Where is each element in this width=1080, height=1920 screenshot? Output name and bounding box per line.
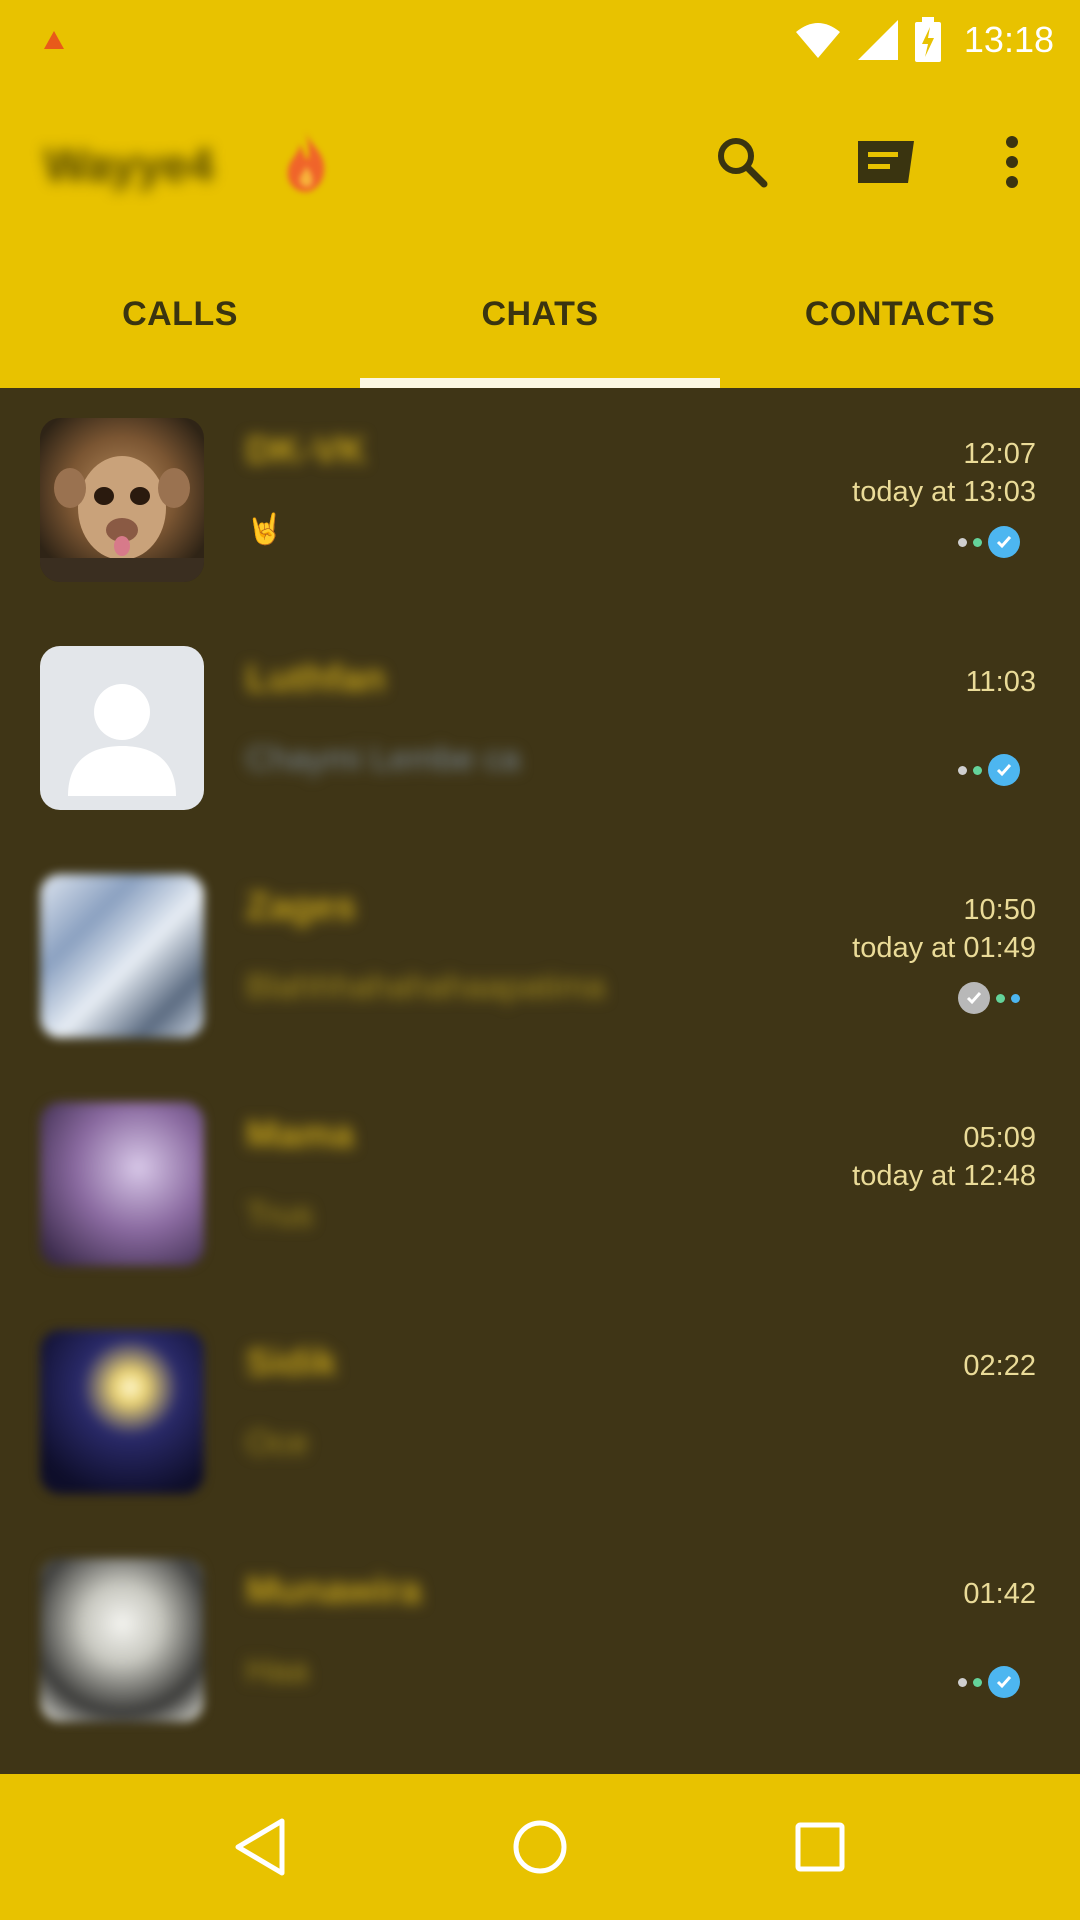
- system-nav-bar: [0, 1774, 1080, 1920]
- chat-time: 01:42: [963, 1578, 1036, 1610]
- chat-subtime: today at 01:49: [852, 932, 1036, 964]
- back-icon: [235, 1818, 285, 1876]
- home-button[interactable]: [500, 1807, 580, 1887]
- new-chat-icon: [858, 141, 914, 183]
- chat-list: DK-VK 🤘 12:07 today at 13:03 Luthfan Cha…: [0, 388, 1080, 1774]
- avatar[interactable]: [40, 646, 204, 810]
- chat-subtime: today at 12:48: [852, 1160, 1036, 1192]
- monkey-photo: [40, 456, 204, 582]
- chat-row[interactable]: Mama Trus 05:09 today at 12:48: [0, 1072, 1080, 1300]
- fire-icon: [287, 132, 325, 192]
- chat-preview: Trus: [246, 1196, 313, 1234]
- profile-name[interactable]: Wayye4: [44, 138, 214, 192]
- avatar[interactable]: [40, 1558, 204, 1722]
- chat-time: 05:09: [963, 1122, 1036, 1154]
- recents-icon: [795, 1822, 845, 1872]
- tab-contacts[interactable]: CONTACTS: [720, 240, 1080, 388]
- tab-chats[interactable]: CHATS: [360, 240, 720, 388]
- status-bar: 13:18: [0, 0, 1080, 80]
- tab-bar: CALLS CHATS CONTACTS: [0, 240, 1080, 388]
- tab-calls[interactable]: CALLS: [0, 240, 360, 388]
- wifi-icon: [795, 23, 840, 58]
- read-check-icon: [988, 1666, 1020, 1698]
- warning-icon: [44, 31, 64, 49]
- chat-name: Munawira: [246, 1570, 422, 1612]
- read-check-icon: [988, 526, 1020, 558]
- search-icon: [718, 138, 768, 188]
- chat-name: DK-VK: [246, 430, 367, 472]
- tab-indicator: [360, 378, 720, 388]
- avatar[interactable]: [40, 1102, 204, 1266]
- avatar[interactable]: [40, 418, 204, 582]
- chat-time: 11:03: [965, 666, 1036, 698]
- read-status: [958, 1666, 1020, 1698]
- chat-preview: Haa: [246, 1652, 309, 1690]
- chat-row[interactable]: Luthfan Chaymi Lembe ca 11:03: [0, 616, 1080, 844]
- chat-preview: Blahhhahahahaapatima: [246, 968, 606, 1006]
- sent-check-icon: [958, 982, 990, 1014]
- chat-time: 02:22: [963, 1350, 1036, 1382]
- chat-row[interactable]: Sidik Oce 02:22: [0, 1300, 1080, 1528]
- overflow-menu-button[interactable]: [974, 124, 1050, 200]
- app-bar: Wayye4: [0, 80, 1080, 240]
- status-time: 13:18: [963, 19, 1054, 60]
- chat-name: Luthfan: [246, 658, 386, 700]
- chat-row[interactable]: DK-VK 🤘 12:07 today at 13:03: [0, 388, 1080, 616]
- chat-row[interactable]: Zages Blahhhahahahaapatima 10:50 today a…: [0, 844, 1080, 1072]
- battery-charging-icon: [914, 17, 941, 62]
- read-status: [958, 526, 1020, 558]
- chat-preview: Oce: [246, 1424, 309, 1462]
- recents-button[interactable]: [780, 1807, 860, 1887]
- chat-subtime: today at 13:03: [852, 476, 1036, 508]
- read-status: [958, 982, 1020, 1014]
- chat-name: Mama: [246, 1114, 354, 1156]
- signal-icon: [857, 20, 898, 60]
- back-button[interactable]: [220, 1807, 300, 1887]
- chat-row[interactable]: Munawira Haa 01:42: [0, 1528, 1080, 1756]
- avatar[interactable]: [40, 874, 204, 1038]
- overflow-menu-icon: [1006, 136, 1018, 188]
- search-button[interactable]: [704, 124, 780, 200]
- chat-preview: 🤘: [246, 513, 284, 546]
- chat-name: Sidik: [246, 1342, 337, 1384]
- chat-preview: Chaymi Lembe ca: [246, 740, 521, 778]
- avatar[interactable]: [40, 1330, 204, 1494]
- chat-time: 10:50: [963, 894, 1036, 926]
- home-icon: [513, 1820, 567, 1874]
- read-status: [958, 754, 1020, 786]
- chat-name: Zages: [246, 886, 356, 928]
- new-chat-button[interactable]: [848, 124, 924, 200]
- default-avatar-icon: [68, 684, 176, 796]
- read-check-icon: [988, 754, 1020, 786]
- chat-time: 12:07: [963, 438, 1036, 470]
